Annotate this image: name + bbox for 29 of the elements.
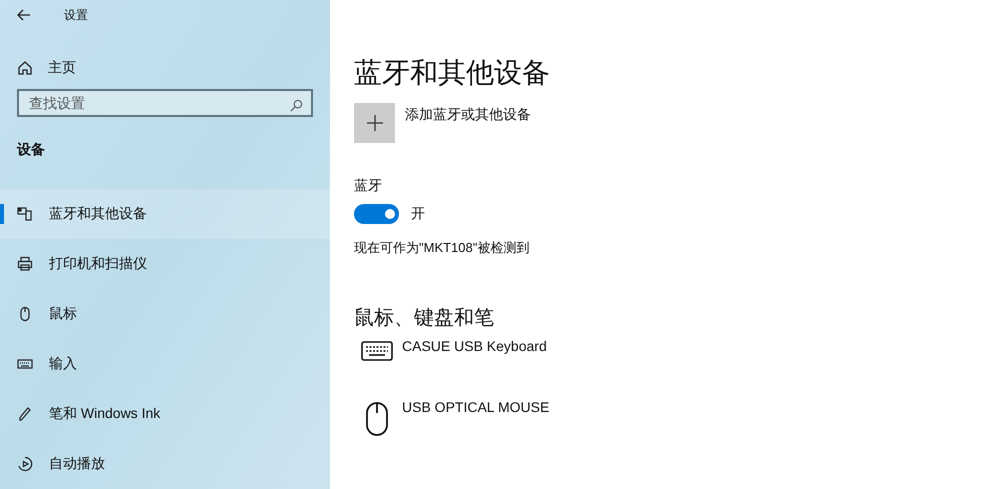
add-device-button[interactable]: 添加蓝牙或其他设备 [354,103,1000,143]
nav-item[interactable]: 自动播放 [0,438,330,489]
mouse-icon [364,400,390,436]
nav-item[interactable]: 笔和 Windows Ink [0,388,330,439]
nav-item[interactable]: 鼠标 [0,288,330,339]
bluetooth-toggle[interactable] [354,204,399,224]
home-link[interactable]: 主页 [0,53,330,82]
nav-item[interactable]: 打印机和扫描仪 [0,238,330,289]
pen-icon [17,406,33,422]
back-arrow-icon[interactable] [16,6,32,23]
devices-icon [17,206,33,222]
page-title: 蓝牙和其他设备 [354,56,551,90]
nav-item[interactable]: 输入 [0,338,330,389]
bluetooth-label: 蓝牙 [354,176,383,195]
toggle-state: 开 [411,204,425,223]
keyboard-icon [361,340,393,362]
search-field[interactable]: 查找设置 [17,89,313,117]
printer-icon [17,256,33,272]
section-heading: 设备 [16,140,46,159]
search-icon [290,99,303,112]
nav-item[interactable]: 蓝牙和其他设备 [0,188,330,239]
home-icon [17,60,33,76]
window-title: 设置 [64,6,88,24]
section-heading: 鼠标、键盘和笔 [354,306,495,330]
plus-icon [366,114,384,132]
device-item[interactable]: USB OPTICAL MOUSE [354,392,1000,454]
autoplay-icon [17,456,33,472]
discoverable-text: 现在可作为"MKT108"被检测到 [354,239,530,257]
device-item[interactable]: CASUE USB Keyboard [354,332,1000,392]
